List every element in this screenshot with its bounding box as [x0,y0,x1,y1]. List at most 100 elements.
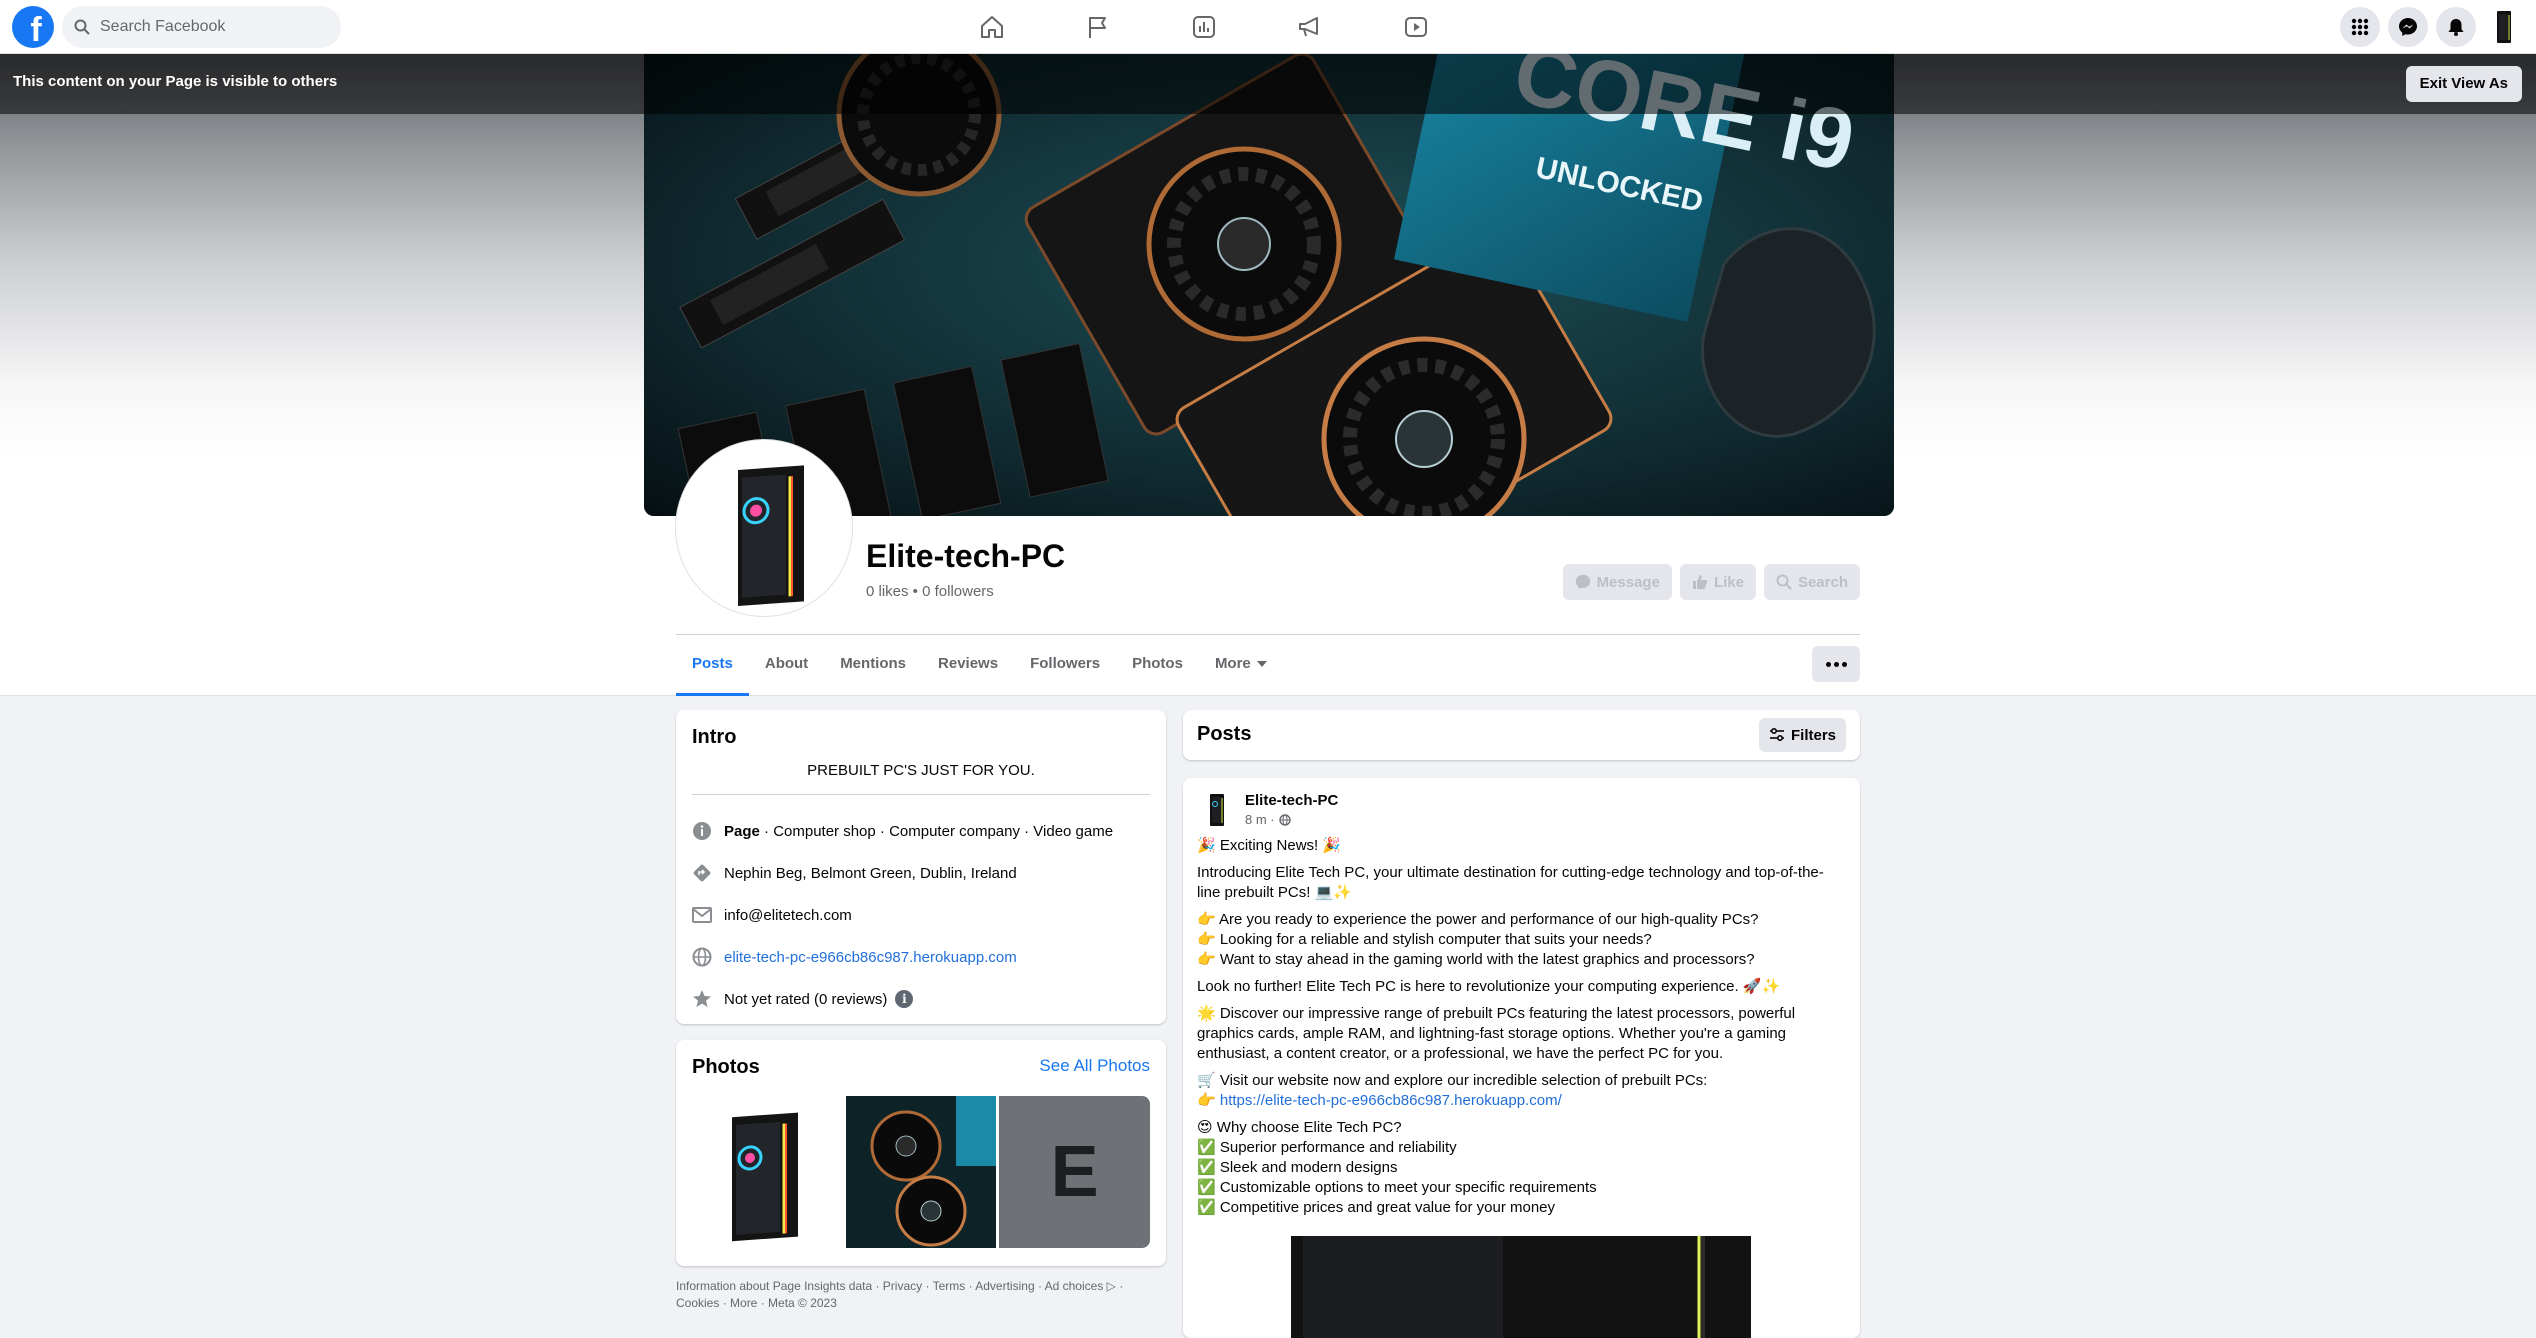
post-text-group: 😍 Why choose Elite Tech PC? ✅ Superior p… [1197,1118,1847,1218]
photos-card: Photos See All Photos E [676,1040,1166,1266]
filters-sliders-icon [1769,727,1784,742]
like-button[interactable]: Like [1679,564,1756,600]
placeholder-letter: E [1050,1132,1099,1212]
globe-icon [1278,813,1291,826]
page-title: Elite-tech-PC [866,538,1066,574]
ellipsis-icon [1833,661,1839,667]
notifications-bell-icon[interactable] [2436,7,2476,47]
post-text-prefix: 👉 [1197,1092,1220,1109]
post-author-name[interactable]: Elite-tech-PC [1245,792,1338,809]
view-as-message: This content on your Page is visible to … [13,73,338,90]
post-body: 🎉 Exciting News! 🎉 Introducing Elite Tec… [1197,836,1847,1225]
photo-grid: E [692,1096,1150,1248]
insights-icon[interactable] [1172,0,1236,54]
post-text-group: 👉 Are you ready to experience the power … [1197,910,1847,970]
search-box[interactable] [62,6,341,48]
post-text-line: 👉 Looking for a reliable and stylish com… [1197,931,1652,948]
post-card: Elite-tech-PC 8 m · 🎉 Exciting News! 🎉 I… [1183,778,1860,1338]
like-button-label: Like [1713,573,1744,591]
post-text-group: 🛒 Visit our website now and explore our … [1197,1071,1847,1111]
post-text-line: ✅ Superior performance and reliability [1197,1139,1457,1156]
exit-view-as-button[interactable]: Exit View As [2405,66,2522,102]
search-icon [74,19,90,35]
see-all-photos-link[interactable]: See All Photos [1039,1056,1150,1076]
intro-address: Nephin Beg, Belmont Green, Dublin, Irela… [692,852,1152,894]
photos-title: Photos [692,1056,760,1078]
thumbs-up-icon [1692,575,1708,589]
category-page-label: Page [724,822,760,840]
ellipsis-icon [1825,661,1831,667]
filters-label: Filters [1790,726,1836,744]
post-text-line: Introducing Elite Tech PC, your ultimate… [1197,864,1824,901]
ellipsis-icon [1841,661,1847,667]
tab-more[interactable]: More [1199,636,1283,696]
address-text: Nephin Beg, Belmont Green, Dublin, Irela… [724,864,1017,882]
footer-links[interactable]: Information about Page Insights data · P… [676,1278,1166,1312]
messenger-icon[interactable] [2388,7,2428,47]
post-timestamp[interactable]: 8 m · [1245,812,1275,827]
photo-thumbnail-letter[interactable]: E [999,1096,1150,1248]
messenger-icon [1575,574,1590,590]
search-page-button[interactable]: Search [1763,564,1860,600]
post-text-line: ✅ Sleek and modern designs [1197,1159,1398,1176]
menu-grid-icon[interactable] [2340,7,2380,47]
posts-title: Posts [1197,723,1252,745]
intro-email: info@elitetech.com [692,894,1152,936]
video-icon[interactable] [1384,0,1448,54]
cover-photo[interactable]: CORE i9 UNLOCKED [644,54,1894,516]
photo-thumbnail-case[interactable] [692,1096,843,1248]
tab-about[interactable]: About [749,636,824,696]
more-options-button[interactable] [1812,646,1860,682]
post-text-line: 😍 Why choose Elite Tech PC? [1197,1119,1402,1136]
caret-down-icon [1256,661,1267,668]
star-icon [692,989,712,1009]
post-website-link[interactable]: https://elite-tech-pc-e966cb86c987.herok… [1220,1092,1562,1109]
post-author-avatar[interactable] [1197,790,1237,830]
page-tabs: Posts About Mentions Reviews Followers P… [676,636,1283,696]
intro-bio: PREBUILT PC'S JUST FOR YOU. [807,762,1035,779]
intro-website: elite-tech-pc-e966cb86c987.herokuapp.com [692,936,1152,978]
facebook-logo[interactable]: f [12,6,54,48]
post-text-line: 🎉 Exciting News! 🎉 [1197,837,1342,854]
tab-more-label: More [1214,655,1251,672]
intro-category: Page · Computer shop · Computer company … [692,810,1152,852]
rating-info-icon[interactable]: i [895,990,914,1008]
filters-button[interactable]: Filters [1758,718,1846,752]
home-icon[interactable] [960,0,1024,54]
website-link[interactable]: elite-tech-pc-e966cb86c987.herokuapp.com [724,949,1017,966]
profile-picture[interactable] [676,440,852,616]
directions-icon [692,863,712,883]
ads-megaphone-icon[interactable] [1278,0,1342,54]
tab-followers[interactable]: Followers [1014,636,1116,696]
view-as-banner: This content on your Page is visible to … [0,54,2536,114]
message-button[interactable]: Message [1562,564,1672,600]
tab-photos[interactable]: Photos [1116,636,1199,696]
intro-card: Intro PREBUILT PC'S JUST FOR YOU. Page ·… [676,710,1166,1024]
header-divider [676,634,1860,635]
post-text-line: 👉 Are you ready to experience the power … [1197,911,1759,928]
category-list: · Computer shop · Computer company · Vid… [759,822,1114,840]
photo-thumbnail-hardware[interactable] [845,1096,997,1248]
search-input[interactable] [98,17,318,37]
rating-text: Not yet rated (0 reviews) [724,990,888,1008]
globe-icon [692,947,712,967]
post-text-line: ✅ Competitive prices and great value for… [1197,1199,1556,1216]
page-stats: 0 likes • 0 followers [866,583,994,600]
post-text-line: Look no further! Elite Tech PC is here t… [1197,978,1781,995]
pages-flag-icon[interactable] [1066,0,1130,54]
post-text-line: ✅ Customizable options to meet your spec… [1197,1179,1597,1196]
intro-title: Intro [692,726,737,748]
post-text-line: 🌟 Discover our impressive range of prebu… [1197,1005,1796,1062]
intro-rating: Not yet rated (0 reviews) i [692,978,1152,1020]
message-button-label: Message [1596,573,1660,591]
top-navigation-bar: f [0,0,2536,54]
search-button-label: Search [1797,573,1848,591]
tab-mentions[interactable]: Mentions [824,636,922,696]
page-avatar[interactable] [2484,7,2524,47]
post-image[interactable] [1183,1236,1860,1338]
tab-reviews[interactable]: Reviews [922,636,1014,696]
email-icon [692,905,712,925]
post-text-line: 👉 Want to stay ahead in the gaming world… [1197,951,1755,968]
info-icon [692,821,712,841]
tab-posts[interactable]: Posts [676,636,749,696]
